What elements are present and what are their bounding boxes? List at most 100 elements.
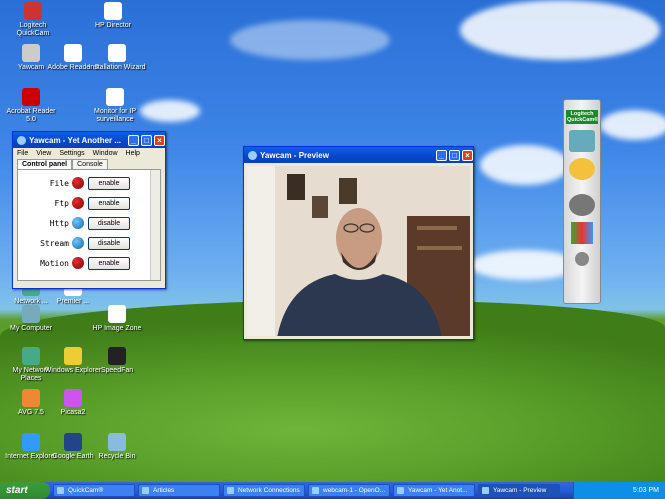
shortcut-icon [64, 389, 82, 407]
help-icon[interactable] [575, 252, 589, 266]
desktop-icon[interactable]: Installation Wizard [88, 44, 146, 72]
yawcam-icon [17, 135, 26, 145]
yawcam-title: Yawcam - Yet Another ... [29, 135, 122, 145]
taskbar-item[interactable]: webcam-1 - OpenO... [308, 484, 390, 497]
control-row: Http disable [18, 213, 160, 233]
desktop-icon-label: Installation Wizard [88, 64, 146, 71]
toggle-button[interactable]: enable [88, 176, 130, 190]
video-capture-icon[interactable] [569, 130, 595, 152]
shortcut-icon [22, 389, 40, 407]
start-button[interactable]: start [0, 482, 50, 499]
tab-control-panel[interactable]: Control panel [17, 159, 73, 169]
globe-status-icon [72, 237, 84, 249]
shortcut-icon [22, 347, 40, 365]
desktop-icon[interactable]: Acrobat Reader 5.0 [2, 88, 60, 124]
desktop-icon-label: SpeedFan [100, 367, 134, 374]
preview-titlebar[interactable]: Yawcam - Preview _ □ × [244, 147, 473, 163]
yawcam-window: Yawcam - Yet Another ... _ □ × File View… [12, 131, 166, 289]
control-row: Stream disable [18, 233, 160, 253]
control-panel: File enable Ftp enable Http disable Stream disa… [17, 169, 161, 281]
tab-console[interactable]: Console [72, 159, 108, 169]
shortcut-icon [64, 44, 82, 62]
cloud [460, 0, 660, 60]
shortcut-icon [108, 44, 126, 62]
toggle-button[interactable]: disable [88, 236, 130, 250]
taskbar-item[interactable]: Yawcam - Preview [478, 484, 560, 497]
logitech-quickcam-panel: Logitech QuickCam® [563, 99, 601, 304]
cloud [140, 100, 200, 122]
desktop-icon[interactable]: HP Director [84, 2, 142, 30]
row-label: Http [49, 218, 69, 228]
menu-view[interactable]: View [36, 150, 51, 157]
preview-title: Yawcam - Preview [260, 150, 329, 160]
webcam-frame [247, 166, 470, 336]
scrollbar[interactable] [150, 170, 160, 280]
menu-help[interactable]: Help [126, 150, 140, 157]
toggle-button[interactable]: disable [88, 216, 130, 230]
toggle-button[interactable]: enable [88, 256, 130, 270]
desktop-icon[interactable]: Picasa2 [44, 389, 102, 417]
desktop-icon-label: Premier ... [56, 298, 90, 305]
yawcam-icon [248, 150, 257, 160]
close-button[interactable]: × [154, 134, 165, 146]
shortcut-icon [24, 2, 42, 20]
control-row: File enable [18, 173, 160, 193]
taskbar-items: QuickCam® Articles Network Connections webc… [50, 484, 560, 497]
menu-window[interactable]: Window [93, 150, 118, 157]
control-row: Motion enable [18, 253, 160, 273]
cloud [480, 145, 570, 185]
desktop-icon-label: HP Image Zone [92, 325, 142, 332]
shortcut-icon [64, 433, 82, 451]
apps-icon[interactable] [571, 222, 593, 244]
menu-bar: File View Settings Window Help [13, 148, 165, 159]
desktop-icon[interactable]: HP Image Zone [88, 305, 146, 333]
taskbar: start QuickCam® Articles Network Connectio… [0, 482, 665, 499]
taskbar-item[interactable]: Network Connections [223, 484, 305, 497]
taskbar-item[interactable]: Yawcam - Yet Anot... [393, 484, 475, 497]
shortcut-icon [106, 88, 124, 106]
row-label: Ftp [54, 198, 69, 208]
row-label: File [49, 178, 69, 188]
system-tray: 5:03 PM [573, 482, 665, 499]
shortcut-icon [22, 88, 40, 106]
effects-mask-icon[interactable] [569, 158, 595, 180]
menu-settings[interactable]: Settings [59, 150, 84, 157]
close-button[interactable]: × [462, 149, 473, 161]
desktop-icon-label: My Computer [9, 325, 52, 332]
desktop-icon-label: Monitor for IP surveillance [93, 108, 136, 123]
globe-status-icon [72, 217, 84, 229]
clock[interactable]: 5:03 PM [633, 487, 659, 494]
taskbar-item[interactable]: Articles [138, 484, 220, 497]
shortcut-icon [22, 305, 40, 323]
taskbar-item[interactable]: QuickCam® [53, 484, 135, 497]
desktop-icon-label: Picasa2 [60, 409, 86, 416]
settings-gears-icon[interactable] [569, 194, 595, 216]
toggle-button[interactable]: enable [88, 196, 130, 210]
minimize-button[interactable]: _ [436, 149, 447, 161]
desktop-icon[interactable]: Recycle Bin [88, 433, 146, 461]
preview-window: Yawcam - Preview _ □ × [243, 146, 474, 340]
logitech-header: Logitech QuickCam® [566, 110, 599, 124]
maximize-button[interactable]: □ [141, 134, 152, 146]
desktop-icon[interactable]: My Computer [2, 305, 60, 333]
maximize-button[interactable]: □ [449, 149, 460, 161]
shortcut-icon [108, 305, 126, 323]
menu-file[interactable]: File [17, 150, 28, 157]
desktop-icon-label: Acrobat Reader 5.0 [6, 108, 56, 123]
shortcut-icon [22, 44, 40, 62]
shortcut-icon [104, 2, 122, 20]
desktop-icon[interactable]: Logitech QuickCam [4, 2, 62, 38]
shortcut-icon [22, 433, 40, 451]
minimize-button[interactable]: _ [128, 134, 139, 146]
tab-strip: Control panel Console [17, 159, 161, 169]
cloud [600, 110, 665, 140]
shortcut-icon [64, 347, 82, 365]
yawcam-titlebar[interactable]: Yawcam - Yet Another ... _ □ × [13, 132, 165, 148]
stop-status-icon [72, 257, 84, 269]
desktop-icon-label: HP Director [94, 22, 132, 29]
desktop-icon[interactable]: SpeedFan [88, 347, 146, 375]
desktop-icon[interactable]: Monitor for IP surveillance [86, 88, 144, 124]
control-row: Ftp enable [18, 193, 160, 213]
webcam-preview-image [247, 166, 470, 336]
shortcut-icon [108, 347, 126, 365]
